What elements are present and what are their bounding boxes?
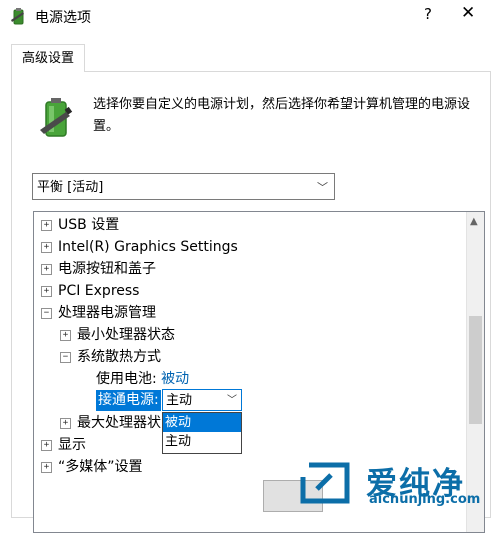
collapse-icon[interactable]: − [60,351,71,363]
on-battery-value[interactable]: 被动 [161,371,189,387]
expand-icon[interactable]: + [60,417,71,429]
expand-icon[interactable]: + [60,329,71,341]
battery-icon [40,98,73,137]
watermark-url: aichunjing.com [369,492,481,507]
power-options-icon [11,8,24,25]
expand-icon[interactable]: + [41,439,52,451]
vertical-scrollbar[interactable]: ▲ [466,212,484,532]
tree-item-power-buttons[interactable]: + 电源按钮和盖子 [41,258,156,280]
tree-item-max-processor-state[interactable]: + 最大处理器状 [60,412,161,434]
dropdown-option-active[interactable]: 主动 [163,432,241,451]
window-title: 电源选项 [35,10,91,26]
expand-icon[interactable]: + [41,241,52,253]
tree-item-graphics[interactable]: + Intel(R) Graphics Settings [41,236,238,258]
help-button[interactable]: ? [424,5,432,23]
plugged-in-label: 接通电源: [96,390,161,411]
watermark-logo-icon [300,462,350,504]
scroll-up-arrow-icon[interactable]: ▲ [470,216,478,227]
scrollbar-thumb[interactable] [469,316,482,424]
on-battery-label: 使用电池: [96,371,157,387]
expand-icon[interactable]: + [41,285,52,297]
plugged-in-select[interactable]: 主动 ﹀ [162,389,242,411]
tree-item-display[interactable]: + 显示 [41,434,86,456]
expand-icon[interactable]: + [41,263,52,275]
tree-item-multimedia[interactable]: + “多媒体”设置 [41,456,143,478]
tree-item-cooling-policy[interactable]: − 系统散热方式 [60,346,161,368]
dropdown-option-passive[interactable]: 被动 [163,413,241,432]
tab-advanced-settings[interactable]: 高级设置 [11,44,85,72]
description-text: 选择你要自定义的电源计划，然后选择你希望计算机管理的电源设置。 [93,97,471,134]
tree-item-pci-express[interactable]: + PCI Express [41,280,139,302]
close-button[interactable]: ✕ [461,3,475,23]
title-bar: 电源选项 ? ✕ [0,0,491,34]
plugged-in-dropdown-list[interactable]: 被动 主动 [162,412,242,454]
plugged-in-value: 主动 [166,393,193,408]
chevron-down-icon: ﹀ [227,395,237,406]
expand-icon[interactable]: + [41,461,52,473]
tree-item-on-battery[interactable]: 使用电池: 被动 [96,368,189,390]
tree-item-min-processor-state[interactable]: + 最小处理器状态 [60,324,175,346]
expand-icon[interactable]: + [41,219,52,231]
tree-item-processor-power[interactable]: − 处理器电源管理 [41,302,156,324]
chevron-down-icon: ﹀ [317,181,328,194]
power-plan-select[interactable]: 平衡 [活动] ﹀ [32,173,335,200]
collapse-icon[interactable]: − [41,307,52,319]
power-plan-value: 平衡 [活动] [37,180,104,195]
tree-item-usb[interactable]: + USB 设置 [41,214,119,236]
